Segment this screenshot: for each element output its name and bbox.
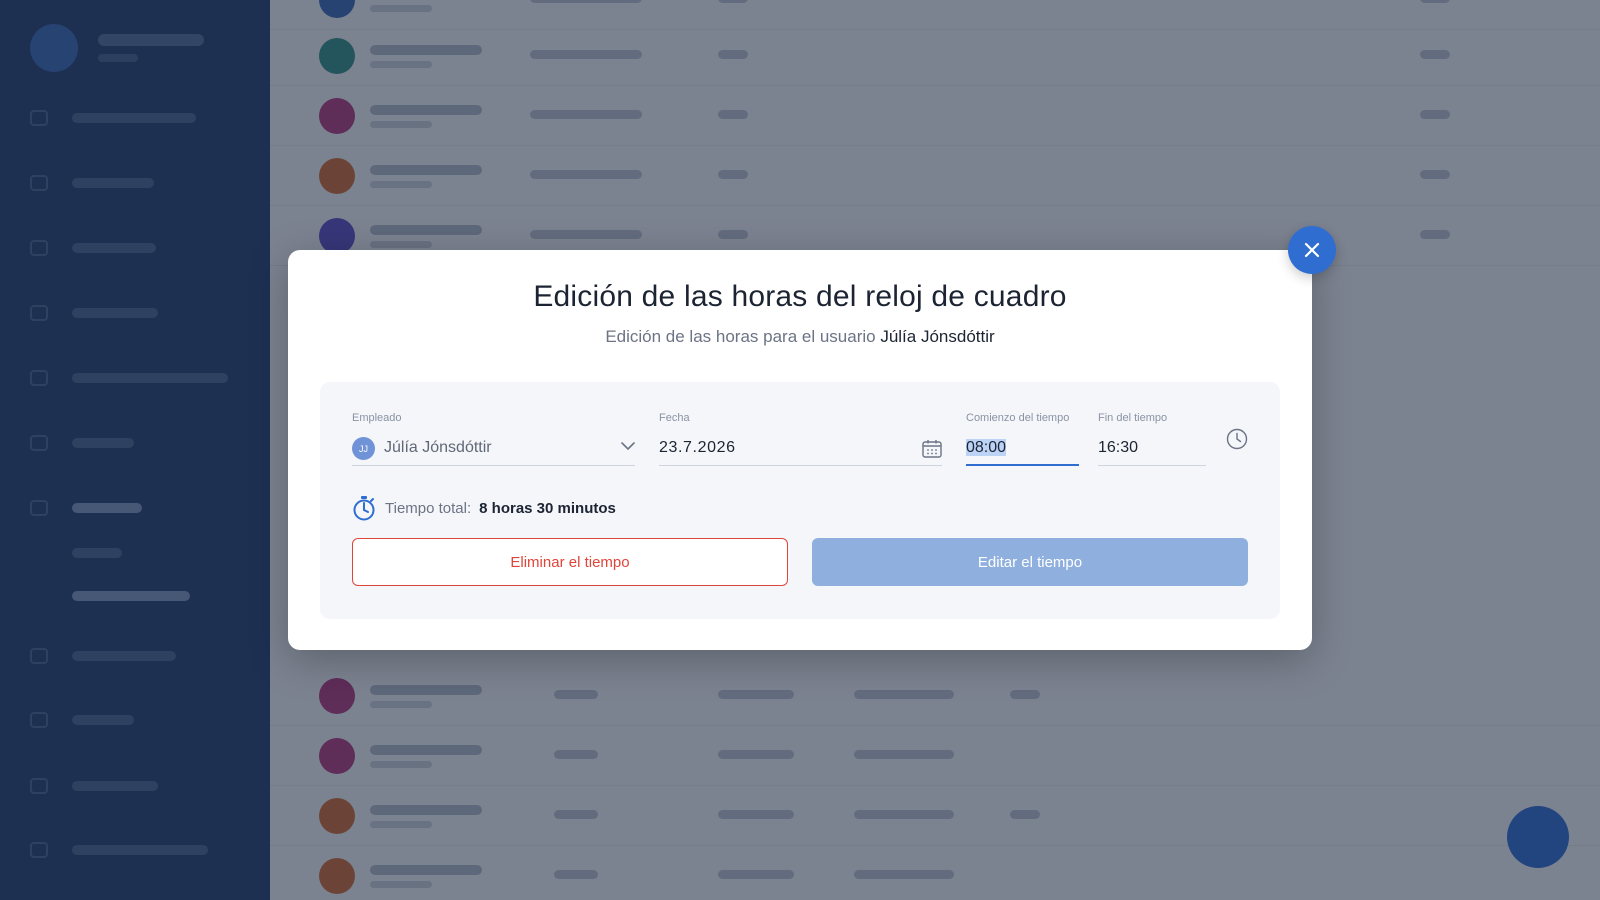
chevron-down-icon	[621, 442, 635, 451]
date-field[interactable]: 23.7.2026	[659, 430, 942, 466]
end-time-label: Fin del tiempo	[1098, 412, 1168, 424]
modal-subtitle-user: Júlía Jónsdóttir	[880, 327, 995, 346]
delete-time-button[interactable]: Eliminar el tiempo	[352, 538, 788, 586]
edit-time-button[interactable]: Editar el tiempo	[812, 538, 1248, 586]
employee-avatar: JJ	[352, 437, 375, 460]
modal-title: Edición de las horas del reloj de cuadro	[533, 280, 1067, 313]
edit-time-modal: Edición de las horas del reloj de cuadro…	[288, 250, 1312, 650]
employee-value: Júlía Jónsdóttir	[384, 439, 492, 456]
start-time-label: Comienzo del tiempo	[966, 412, 1070, 424]
edit-form-panel: Empleado JJ Júlía Jónsdóttir Fecha 23.7.…	[320, 382, 1280, 619]
clock-icon[interactable]	[1226, 428, 1248, 450]
close-icon	[1304, 242, 1320, 258]
end-time-input[interactable]: 16:30	[1098, 430, 1206, 466]
start-time-value: 08:00	[966, 439, 1007, 456]
start-time-input[interactable]: 08:00	[966, 430, 1079, 466]
stopwatch-icon	[353, 496, 375, 521]
date-label: Fecha	[659, 412, 690, 424]
employee-select[interactable]: JJ Júlía Jónsdóttir	[352, 430, 635, 466]
end-time-value: 16:30	[1098, 439, 1139, 456]
total-time-label: Tiempo total:	[385, 499, 472, 517]
modal-subtitle: Edición de las horas para el usuario Júl…	[288, 327, 1312, 347]
date-value: 23.7.2026	[659, 439, 736, 456]
total-time: Tiempo total: 8 horas 30 minutos	[352, 495, 616, 521]
modal-subtitle-prefix: Edición de las horas para el usuario	[605, 327, 876, 346]
calendar-icon[interactable]	[922, 439, 942, 458]
close-modal-button[interactable]	[1288, 226, 1336, 274]
employee-label: Empleado	[352, 412, 402, 424]
total-time-value: 8 horas 30 minutos	[479, 499, 616, 517]
